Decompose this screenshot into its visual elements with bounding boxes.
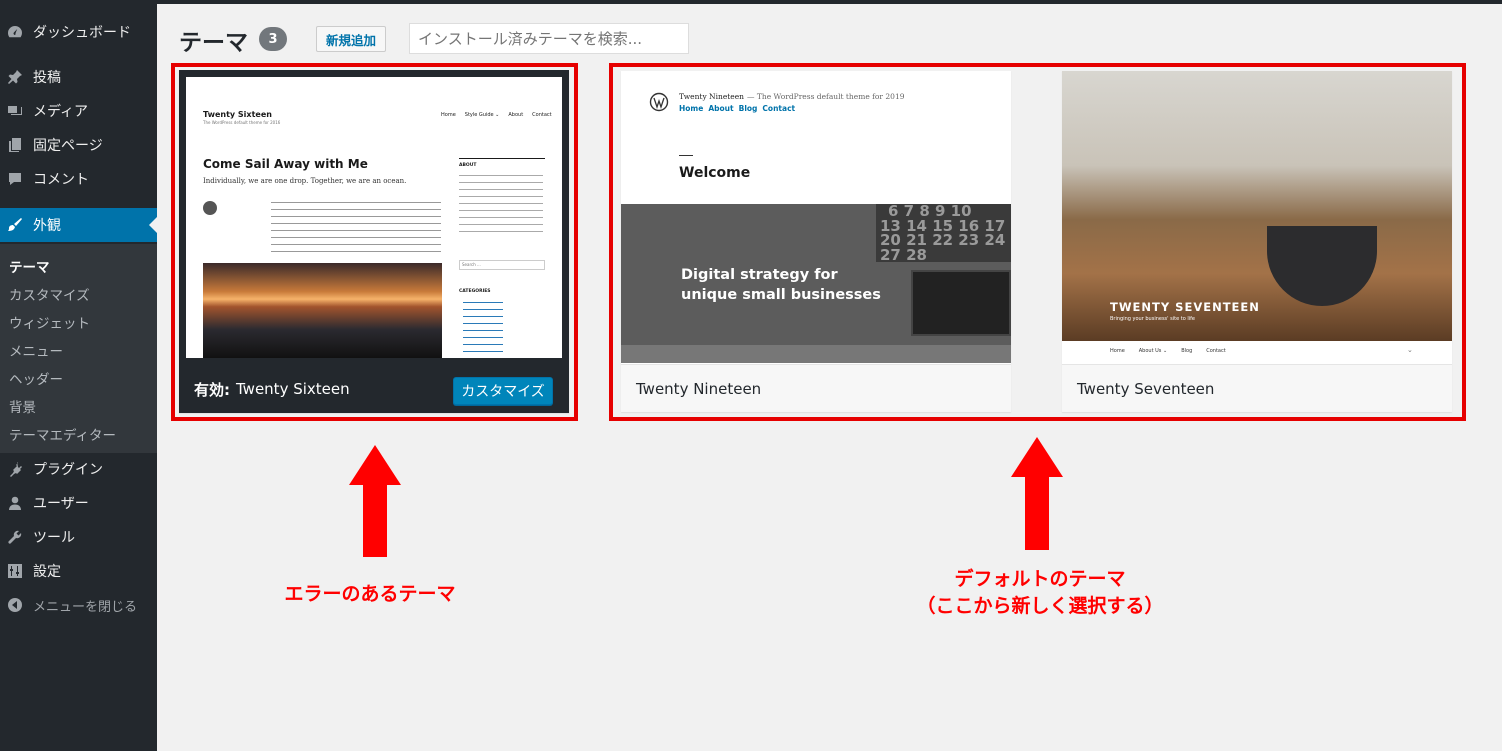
wrench-icon [7, 529, 23, 545]
annotation-default-theme: デフォルトのテーマ （ここから新しく選択する） [880, 566, 1200, 620]
sidebar-item-settings[interactable]: 設定 [0, 554, 157, 588]
theme-count-badge: 3 [259, 27, 287, 51]
theme-search-input[interactable] [409, 23, 689, 54]
submenu-item-theme-editor[interactable]: テーマエディター [9, 424, 116, 444]
page-icon [7, 137, 23, 153]
brush-icon [7, 217, 23, 233]
sidebar-item-comments[interactable]: コメント [0, 162, 157, 196]
sidebar-item-plugins[interactable]: プラグイン [0, 452, 157, 486]
sidebar-item-posts[interactable]: 投稿 [0, 60, 157, 94]
sidebar-item-label: メディア [33, 104, 89, 120]
user-icon [7, 495, 23, 511]
submenu-item-header[interactable]: ヘッダー [9, 368, 63, 388]
sidebar-item-label: 設定 [33, 564, 61, 580]
plug-icon [7, 461, 23, 477]
submenu-item-widgets[interactable]: ウィジェット [9, 312, 90, 332]
collapse-arrow-icon [7, 597, 23, 613]
collapse-menu-button[interactable]: メニューを閉じる [0, 588, 157, 622]
collapse-menu-label: メニューを閉じる [33, 599, 138, 615]
sidebar-item-label: 投稿 [33, 70, 61, 86]
sidebar-item-tools[interactable]: ツール [0, 520, 157, 554]
pin-icon [7, 69, 23, 85]
red-arrow-up-icon [349, 445, 401, 557]
sidebar-item-label: 固定ページ [33, 138, 103, 154]
annotation-line: デフォルトのテーマ [954, 568, 1126, 590]
sidebar-item-dashboard[interactable]: ダッシュボード [0, 15, 157, 49]
sidebar-item-label: コメント [33, 172, 89, 188]
dashboard-icon [7, 24, 23, 40]
page-title: テーマ [179, 30, 248, 56]
add-new-theme-button[interactable]: 新規追加 [316, 26, 386, 52]
comment-icon [7, 171, 23, 187]
admin-sidebar: ダッシュボード 投稿 メディア 固定ページ コメント 外観 テーマ カスタマイズ… [0, 4, 157, 751]
sidebar-item-label: 外観 [33, 218, 61, 234]
annotation-error-theme: エラーのあるテーマ [284, 583, 456, 605]
submenu-item-menus[interactable]: メニュー [9, 340, 63, 360]
submenu-item-customize[interactable]: カスタマイズ [9, 284, 90, 304]
sidebar-item-label: ダッシュボード [33, 25, 131, 41]
sidebar-item-label: ツール [33, 530, 75, 546]
annotation-box-default-themes [609, 63, 1466, 421]
sidebar-item-label: ユーザー [33, 496, 89, 512]
annotation-line: （ここから新しく選択する） [916, 595, 1164, 617]
sidebar-item-users[interactable]: ユーザー [0, 486, 157, 520]
media-icon [7, 103, 23, 119]
sidebar-item-pages[interactable]: 固定ページ [0, 128, 157, 162]
annotation-box-active-theme [171, 63, 578, 421]
submenu-item-themes[interactable]: テーマ [9, 256, 50, 276]
sidebar-item-appearance[interactable]: 外観 [0, 208, 157, 242]
appearance-submenu: テーマ カスタマイズ ウィジェット メニュー ヘッダー 背景 テーマエディター [0, 244, 157, 453]
settings-icon [7, 563, 23, 579]
sidebar-item-label: プラグイン [33, 462, 103, 478]
submenu-item-background[interactable]: 背景 [9, 396, 36, 416]
sidebar-item-media[interactable]: メディア [0, 94, 157, 128]
admin-top-bar [0, 0, 1502, 4]
red-arrow-up-icon [1011, 437, 1063, 550]
